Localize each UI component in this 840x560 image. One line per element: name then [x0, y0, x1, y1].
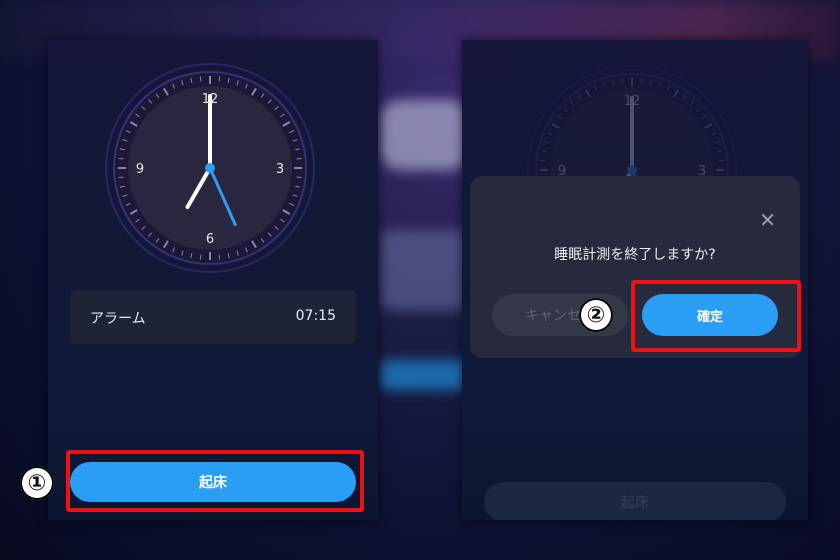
background-shape — [380, 100, 470, 170]
clock-tick — [718, 159, 724, 162]
clock-tick — [296, 157, 302, 160]
clock-tick — [621, 78, 624, 84]
clock-tick — [218, 76, 221, 82]
clock-center-pin — [627, 165, 637, 175]
close-icon[interactable]: ✕ — [759, 208, 776, 232]
clock-tick — [118, 176, 124, 179]
background-shape — [380, 360, 470, 390]
clock-tick — [540, 159, 546, 162]
clock-numeral: 6 — [206, 232, 214, 247]
clock-center-pin — [205, 163, 215, 173]
wake-up-button-dimmed: 起床 — [484, 482, 786, 520]
highlight-box-2 — [631, 280, 801, 352]
phone-screen-1: 12369 アラーム 07:15 起床 — [48, 40, 378, 520]
clock-numeral: 9 — [136, 162, 144, 177]
analog-clock: 12369 — [100, 58, 320, 278]
clock-tick — [296, 176, 302, 179]
clock-numeral: 3 — [276, 162, 284, 177]
dialog-message: 睡眠計測を終了しますか? — [554, 247, 716, 263]
alarm-row[interactable]: アラーム 07:15 — [70, 290, 356, 344]
clock-tick — [199, 76, 202, 82]
clock-tick — [218, 254, 221, 260]
clock-tick — [118, 157, 124, 160]
step-badge-2: ② — [579, 298, 613, 332]
step-badge-1: ① — [20, 466, 54, 500]
background-shape — [380, 230, 470, 310]
clock-face: 12369 — [105, 63, 315, 273]
alarm-label: アラーム — [90, 311, 146, 327]
clock-tick — [199, 254, 202, 260]
highlight-box-1 — [66, 450, 364, 512]
alarm-time: 07:15 — [295, 308, 336, 324]
clock-tick — [640, 78, 643, 84]
